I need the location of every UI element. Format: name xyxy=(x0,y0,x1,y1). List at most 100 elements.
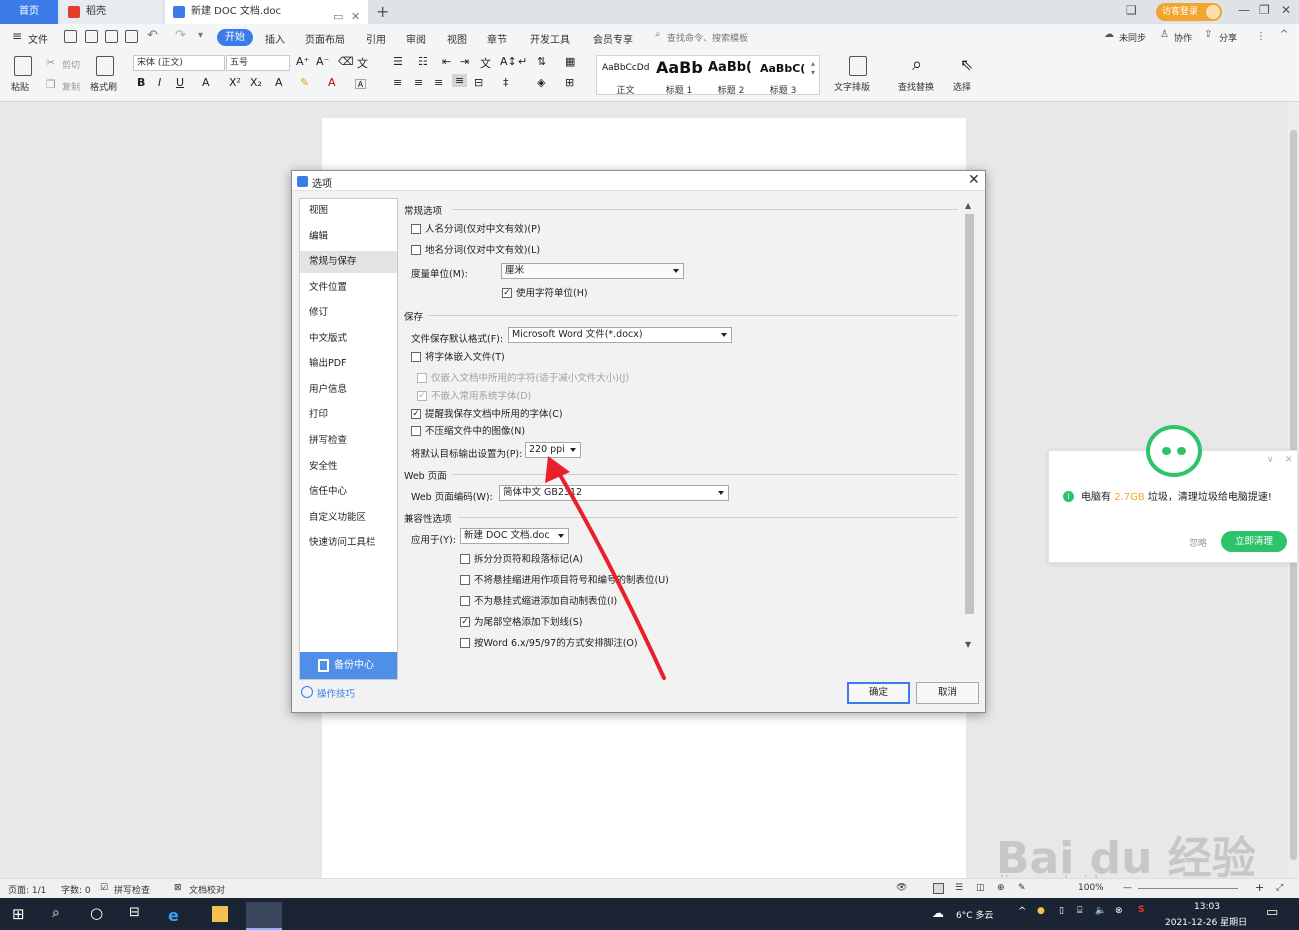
menu-section[interactable]: 章节 xyxy=(487,31,507,46)
unit-select[interactable]: 厘米 xyxy=(501,263,684,279)
menu-file[interactable]: 文件 xyxy=(28,31,48,46)
output-ppi-select[interactable]: 220 ppi xyxy=(525,442,581,458)
hamburger-icon[interactable]: ≡ xyxy=(12,29,22,43)
nav-view[interactable]: 视图 xyxy=(300,200,397,222)
undo-icon[interactable]: ↶ xyxy=(147,28,158,43)
nav-file-location[interactable]: 文件位置 xyxy=(300,277,397,299)
font-size-select[interactable]: 五号 xyxy=(226,55,290,71)
redo-icon[interactable]: ↷ xyxy=(175,28,186,43)
bullets-icon[interactable]: ☰ xyxy=(393,55,403,68)
save-as-icon[interactable] xyxy=(85,30,98,43)
no-auto-tab-checkbox[interactable]: 不为悬挂式缩进添加自动制表位(I) xyxy=(460,596,617,607)
share-button[interactable]: 分享 xyxy=(1219,31,1237,44)
notice-close-icon[interactable]: ✕ xyxy=(1285,455,1293,465)
char-unit-checkbox[interactable]: ✓ 使用字符单位(H) xyxy=(502,288,588,299)
nav-revision[interactable]: 修订 xyxy=(300,302,397,324)
menu-member[interactable]: 会员专享 xyxy=(593,31,633,46)
clock-time[interactable]: 13:03 xyxy=(1194,902,1220,912)
sync-status[interactable]: 未同步 xyxy=(1119,31,1146,44)
zoom-out-icon[interactable]: — xyxy=(1123,883,1132,893)
close-window-icon[interactable]: ✕ xyxy=(1281,3,1291,17)
find-replace-button[interactable]: 查找替换 xyxy=(898,80,934,93)
cancel-button[interactable]: 取消 xyxy=(916,682,979,704)
save-format-select[interactable]: Microsoft Word 文件(*.docx) xyxy=(508,327,732,343)
numbering-icon[interactable]: ☷ xyxy=(418,55,428,68)
nav-quick-access[interactable]: 快速访问工具栏 xyxy=(300,532,397,554)
highlight-icon[interactable]: ✎ xyxy=(300,76,309,89)
sort-icon[interactable]: A↕ xyxy=(500,55,517,68)
embed-used-only-checkbox[interactable]: 仅嵌入文档中所用的字符(适于减小文件大小)(J) xyxy=(417,373,629,384)
clean-now-button[interactable]: 立即清理 xyxy=(1221,531,1287,552)
select-cursor-icon[interactable]: ⇖ xyxy=(960,55,973,74)
volume-icon[interactable]: 🔈 xyxy=(1095,906,1106,916)
window-list-icon[interactable]: ❑ xyxy=(1126,3,1137,17)
style-heading-3[interactable]: AaBbC( 标题 3 xyxy=(757,58,809,94)
word-count[interactable]: 字数: 0 xyxy=(61,883,91,896)
bold-icon[interactable]: B xyxy=(137,76,145,89)
paragraph-spacing-icon[interactable]: ‡ xyxy=(503,76,509,89)
print-icon[interactable] xyxy=(105,30,118,43)
weather-status[interactable]: 6°C 多云 xyxy=(956,908,993,921)
tips-link[interactable]: 操作技巧 xyxy=(301,686,355,700)
task-switch-icon[interactable]: ⊟ xyxy=(129,905,140,920)
guest-login-button[interactable]: 访客登录 xyxy=(1156,3,1222,21)
subscript-icon[interactable]: X₂ xyxy=(250,76,262,89)
dialog-titlebar[interactable]: 选项 ✕ xyxy=(292,171,985,191)
page-view-icon[interactable] xyxy=(933,883,944,894)
line-spacing-icon[interactable]: ⇅ xyxy=(537,55,546,68)
paste-icon[interactable] xyxy=(14,56,32,76)
notice-collapse-icon[interactable]: ∨ xyxy=(1267,455,1274,465)
remind-fonts-checkbox[interactable]: ✓ 提醒我保存文档中所用的字体(C) xyxy=(411,409,563,420)
new-tab-icon[interactable]: + xyxy=(376,2,389,21)
format-painter-button[interactable]: 格式刷 xyxy=(90,80,117,93)
start-icon[interactable]: ⊞ xyxy=(12,905,25,923)
indent-decrease-icon[interactable]: ⇤ xyxy=(442,55,451,68)
grow-font-icon[interactable]: A⁺ xyxy=(296,55,309,68)
collapse-ribbon-icon[interactable]: ^ xyxy=(1280,29,1288,40)
indent-increase-icon[interactable]: ⇥ xyxy=(460,55,469,68)
copy-button[interactable]: 复制 xyxy=(62,80,80,93)
zoom-in-icon[interactable]: + xyxy=(1255,881,1264,894)
font-color-icon[interactable]: A xyxy=(328,76,336,89)
strikethrough-icon[interactable]: A xyxy=(202,76,210,89)
tab-daoke[interactable]: 稻壳 xyxy=(60,0,163,24)
shading-icon[interactable]: ◈ xyxy=(537,76,545,89)
ie-browser-icon[interactable]: e xyxy=(168,906,184,925)
nav-customize-ribbon[interactable]: 自定义功能区 xyxy=(300,507,397,529)
word6-footnote-checkbox[interactable]: 按Word 6.x/95/97的方式安排脚注(O) xyxy=(460,638,638,649)
embed-fonts-checkbox[interactable]: 将字体嵌入文件(T) xyxy=(411,352,505,363)
place-name-checkbox[interactable]: 地名分词(仅对中文有效)(L) xyxy=(411,245,540,256)
nav-general-save[interactable]: 常规与保存 xyxy=(300,251,397,273)
split-page-checkbox[interactable]: 拆分分页符和段落标记(A) xyxy=(460,554,583,565)
menu-references[interactable]: 引用 xyxy=(366,31,386,46)
menu-insert[interactable]: 插入 xyxy=(265,31,285,46)
nav-security[interactable]: 安全性 xyxy=(300,456,397,478)
print-preview-icon[interactable] xyxy=(125,30,138,43)
tray-app-icon[interactable]: ● xyxy=(1037,906,1045,916)
clock-date[interactable]: 2021-12-26 星期日 xyxy=(1165,915,1247,928)
wps-taskbar-icon[interactable] xyxy=(246,902,282,930)
style-heading-2[interactable]: AaBb( 标题 2 xyxy=(705,58,757,96)
web-encoding-select[interactable]: 简体中文 GB2312 xyxy=(499,485,729,501)
command-search-input[interactable]: 查找命令、搜索模板 xyxy=(667,31,748,44)
tray-usb-icon[interactable]: ▯ xyxy=(1059,906,1064,916)
cut-button[interactable]: 剪切 xyxy=(62,58,80,71)
italic-icon[interactable]: I xyxy=(158,76,161,89)
superscript-icon[interactable]: X² xyxy=(229,76,241,89)
phonetic-icon[interactable]: 文 xyxy=(357,55,368,71)
copy-icon[interactable]: ❐ xyxy=(46,78,56,91)
scroll-down-icon[interactable]: ▼ xyxy=(965,640,971,649)
borders-icon[interactable]: ⊞ xyxy=(565,76,574,89)
text-layout-button[interactable]: 文字排版 xyxy=(834,80,870,93)
styles-scroll-icon[interactable]: ▴ ▾ xyxy=(811,59,815,77)
clear-format-icon[interactable]: ⌫ xyxy=(338,55,354,68)
zoom-level[interactable]: 100% xyxy=(1078,883,1104,893)
align-center-icon[interactable]: ≡ xyxy=(414,76,423,89)
paste-button[interactable]: 粘贴 xyxy=(11,80,29,93)
format-painter-icon[interactable] xyxy=(96,56,114,76)
tray-expand-icon[interactable]: ^ xyxy=(1018,906,1026,917)
options-scroll-thumb[interactable] xyxy=(965,214,974,614)
search-icon[interactable]: ⌕ xyxy=(655,29,661,40)
show-marks-icon[interactable]: ↵ xyxy=(518,55,527,68)
more-icon[interactable]: ⋮ xyxy=(1256,31,1266,42)
